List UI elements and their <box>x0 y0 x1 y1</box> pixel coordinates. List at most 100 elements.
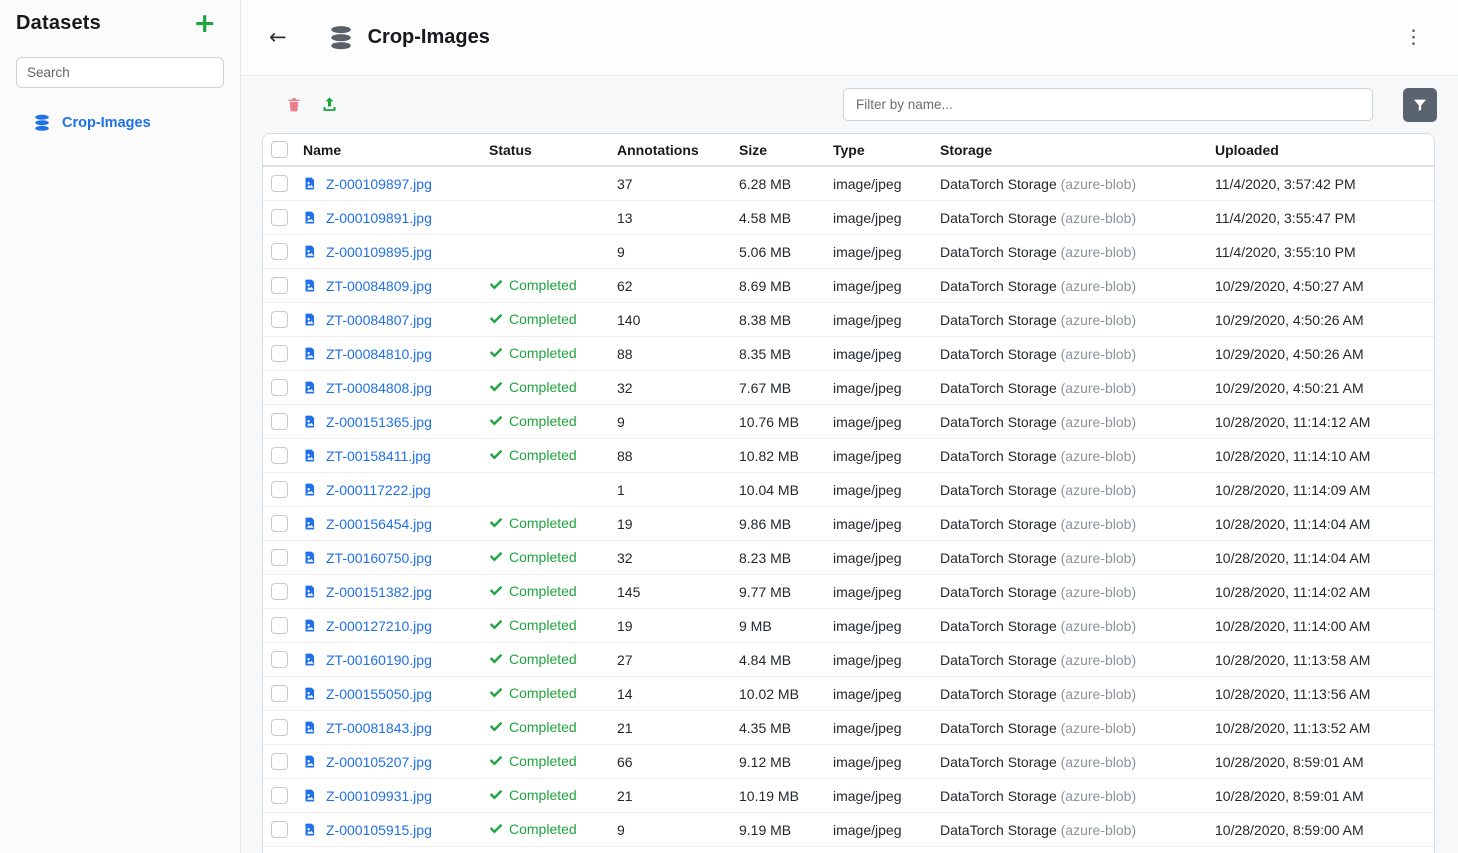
file-link[interactable]: ZT-00158411.jpg <box>326 448 431 464</box>
status-label: Completed <box>509 277 577 293</box>
storage-cell: DataTorch Storage (azure-blob) <box>940 312 1215 328</box>
uploaded-timestamp: 10/28/2020, 11:14:09 AM <box>1215 482 1434 498</box>
file-link[interactable]: ZT-00160750.jpg <box>326 550 432 566</box>
file-size: 4.35 MB <box>739 720 833 736</box>
row-checkbox[interactable] <box>271 549 288 566</box>
file-link[interactable]: Z-000109895.jpg <box>326 244 432 260</box>
annotations-count: 21 <box>617 720 739 736</box>
table-row: ZT-00084807.jpg Completed 140 8.38 MB im… <box>263 303 1434 337</box>
annotations-count: 1 <box>617 482 739 498</box>
row-checkbox[interactable] <box>271 787 288 804</box>
delete-button[interactable] <box>286 96 302 113</box>
annotations-count: 66 <box>617 754 739 770</box>
file-size: 8.69 MB <box>739 278 833 294</box>
row-checkbox[interactable] <box>271 243 288 260</box>
file-link[interactable]: Z-000155050.jpg <box>326 686 432 702</box>
file-link[interactable]: Z-000117222.jpg <box>326 482 431 498</box>
uploaded-timestamp: 11/4/2020, 3:55:47 PM <box>1215 210 1434 226</box>
datasets-sidebar: Datasets + Crop-Images <box>0 0 241 853</box>
table-row: Z-000109897.jpg 37 6.28 MB image/jpeg Da… <box>263 167 1434 201</box>
row-checkbox[interactable] <box>271 345 288 362</box>
row-checkbox[interactable] <box>271 617 288 634</box>
uploaded-timestamp: 10/29/2020, 4:50:27 AM <box>1215 278 1434 294</box>
uploaded-timestamp: 10/28/2020, 11:13:58 AM <box>1215 652 1434 668</box>
row-checkbox[interactable] <box>271 311 288 328</box>
file-link[interactable]: Z-000151382.jpg <box>326 584 432 600</box>
row-checkbox[interactable] <box>271 447 288 464</box>
table-row: Z-000127210.jpg Completed 19 9 MB image/… <box>263 609 1434 643</box>
sidebar-item-crop-images[interactable]: Crop-Images <box>16 114 224 132</box>
upload-button[interactable] <box>321 96 338 113</box>
file-link[interactable]: Z-000109897.jpg <box>326 176 432 192</box>
status-badge: Completed <box>489 447 577 463</box>
file-link[interactable]: Z-000151365.jpg <box>326 414 432 430</box>
file-link[interactable]: ZT-00084809.jpg <box>326 278 432 294</box>
filter-input[interactable] <box>843 88 1373 121</box>
row-checkbox[interactable] <box>271 821 288 838</box>
file-link[interactable]: Z-000105915.jpg <box>326 822 432 838</box>
back-button[interactable]: ← <box>269 27 287 48</box>
file-link[interactable]: Z-000127210.jpg <box>326 618 432 634</box>
column-type: Type <box>833 142 940 158</box>
row-checkbox[interactable] <box>271 685 288 702</box>
file-size: 10.82 MB <box>739 448 833 464</box>
image-file-icon <box>303 448 317 463</box>
file-size: 4.58 MB <box>739 210 833 226</box>
check-icon <box>489 720 503 734</box>
file-link[interactable]: ZT-00081843.jpg <box>326 720 432 736</box>
filter-button[interactable] <box>1403 88 1437 122</box>
file-link[interactable]: Z-000109931.jpg <box>326 788 432 804</box>
file-type: image/jpeg <box>833 584 940 600</box>
file-link[interactable]: ZT-00084810.jpg <box>326 346 432 362</box>
annotations-count: 13 <box>617 210 739 226</box>
storage-name: DataTorch Storage <box>940 686 1057 702</box>
storage-name: DataTorch Storage <box>940 516 1057 532</box>
plus-icon: + <box>193 8 216 39</box>
image-file-icon <box>303 822 317 837</box>
file-link[interactable]: ZT-00160190.jpg <box>326 652 432 668</box>
more-options-button[interactable]: ⋮ <box>1400 28 1427 47</box>
search-input[interactable] <box>16 57 224 88</box>
file-link[interactable]: ZT-00084807.jpg <box>326 312 432 328</box>
row-checkbox[interactable] <box>271 515 288 532</box>
row-checkbox[interactable] <box>271 277 288 294</box>
row-checkbox[interactable] <box>271 583 288 600</box>
row-checkbox[interactable] <box>271 413 288 430</box>
file-type: image/jpeg <box>833 278 940 294</box>
annotations-count: 14 <box>617 686 739 702</box>
row-checkbox[interactable] <box>271 719 288 736</box>
table-row: ZT-00081843.jpg Completed 21 4.35 MB ima… <box>263 711 1434 745</box>
annotations-count: 62 <box>617 278 739 294</box>
check-icon <box>489 278 503 292</box>
table-row: Z-000151365.jpg Completed 9 10.76 MB ima… <box>263 405 1434 439</box>
file-link[interactable]: ZT-00084808.jpg <box>326 380 432 396</box>
storage-cell: DataTorch Storage (azure-blob) <box>940 176 1215 192</box>
file-type: image/jpeg <box>833 210 940 226</box>
storage-detail: (azure-blob) <box>1061 516 1136 532</box>
image-file-icon <box>303 652 317 667</box>
annotations-count: 27 <box>617 652 739 668</box>
sidebar-header: Datasets + <box>16 12 224 35</box>
column-name: Name <box>303 142 489 158</box>
row-checkbox[interactable] <box>271 209 288 226</box>
check-icon <box>489 822 503 836</box>
storage-cell: DataTorch Storage (azure-blob) <box>940 516 1215 532</box>
row-checkbox[interactable] <box>271 753 288 770</box>
row-checkbox[interactable] <box>271 379 288 396</box>
storage-cell: DataTorch Storage (azure-blob) <box>940 652 1215 668</box>
add-dataset-button[interactable]: + <box>193 13 216 35</box>
row-checkbox[interactable] <box>271 481 288 498</box>
annotations-count: 19 <box>617 516 739 532</box>
table-row: Z-000155050.jpg Completed 14 10.02 MB im… <box>263 677 1434 711</box>
status-badge: Completed <box>489 787 577 803</box>
row-checkbox[interactable] <box>271 175 288 192</box>
file-link[interactable]: Z-000109891.jpg <box>326 210 432 226</box>
select-all-checkbox[interactable] <box>271 141 288 158</box>
annotations-count: 88 <box>617 448 739 464</box>
storage-name: DataTorch Storage <box>940 346 1057 362</box>
uploaded-timestamp: 10/28/2020, 11:14:02 AM <box>1215 584 1434 600</box>
file-link[interactable]: Z-000105207.jpg <box>326 754 432 770</box>
row-checkbox[interactable] <box>271 651 288 668</box>
file-type: image/jpeg <box>833 550 940 566</box>
file-link[interactable]: Z-000156454.jpg <box>326 516 432 532</box>
